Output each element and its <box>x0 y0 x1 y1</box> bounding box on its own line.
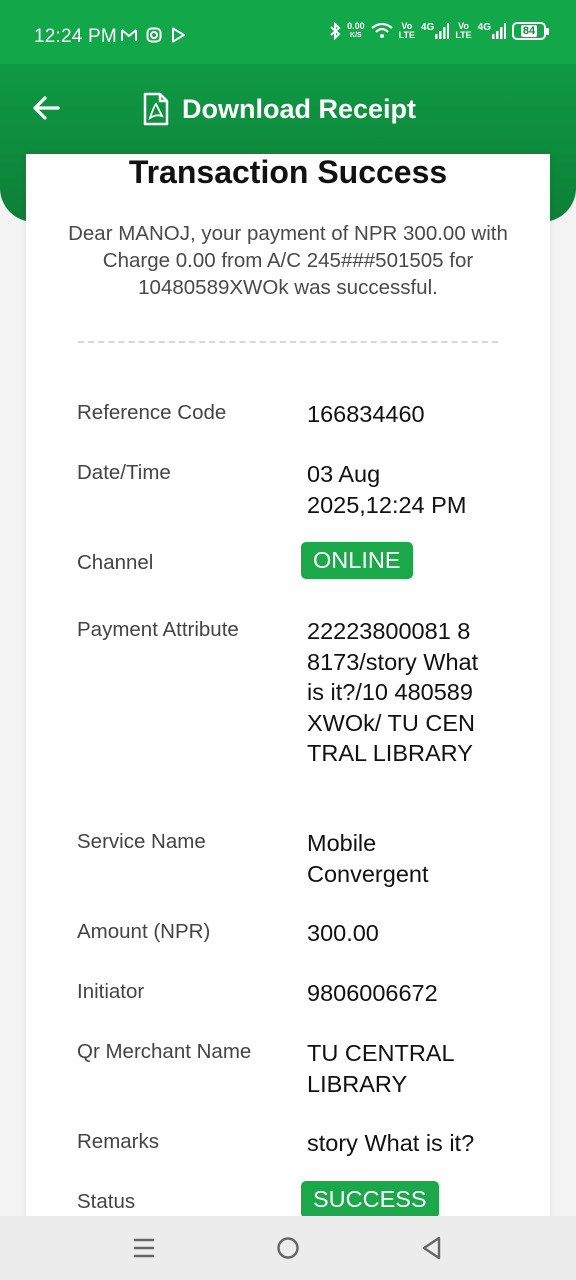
app-screen: 12:24 PM 0.00 K/S Vo LTE 4G Vo LTE 4G 84… <box>0 0 576 1280</box>
row-value: 300.00 <box>307 920 379 946</box>
row-value: 9806006672 <box>307 980 438 1006</box>
signal-1: 4G <box>420 22 450 39</box>
row-value: TU CENTRAL LIBRARY <box>307 1040 454 1097</box>
status-system-icons: 0.00 K/S Vo LTE 4G Vo LTE 4G 84 <box>329 22 549 40</box>
download-receipt-button[interactable]: Download Receipt <box>142 92 416 126</box>
transaction-message: Dear MANOJ, your payment of NPR 300.00 w… <box>68 222 508 299</box>
row-value: story What is it? <box>307 1130 475 1156</box>
row-label: Amount (NPR) <box>77 920 211 943</box>
instagram-icon <box>146 27 162 43</box>
dashed-divider <box>78 341 498 343</box>
back-arrow-icon[interactable] <box>30 92 62 124</box>
row-label: Service Name <box>77 830 206 853</box>
row-value: 22223800081 88173/story What is it?/10 4… <box>307 618 479 766</box>
status-bar: 12:24 PM 0.00 K/S Vo LTE 4G Vo LTE 4G 84 <box>0 0 576 64</box>
home-icon[interactable] <box>276 1236 300 1260</box>
net-type-2: 4G <box>477 22 491 33</box>
gmail-icon <box>121 29 137 41</box>
bluetooth-icon <box>330 22 341 40</box>
net-speed-value: 0.00 <box>347 21 365 31</box>
status-notification-icons <box>120 27 186 43</box>
back-triangle-icon[interactable] <box>420 1236 444 1260</box>
battery-level: 84 <box>520 25 538 37</box>
row-label: Remarks <box>77 1130 160 1153</box>
status-badge: SUCCESS <box>301 1181 439 1218</box>
row-value: 03 Aug 2025,12:24 PM <box>307 461 467 518</box>
row-label: Status <box>77 1190 136 1213</box>
header-title: Download Receipt <box>182 93 417 124</box>
status-time: 12:24 PM <box>34 26 117 47</box>
volte-badge-2: Vo LTE <box>455 22 471 40</box>
signal-bars-icon <box>492 23 506 39</box>
wifi-icon <box>370 23 393 38</box>
volte-2-bottom: LTE <box>455 30 472 40</box>
receipt-card: Transaction Success Dear MANOJ, your pay… <box>26 154 550 1234</box>
system-nav-bar <box>0 1216 576 1280</box>
play-store-icon <box>172 27 185 43</box>
transaction-title: Transaction Success <box>128 154 448 190</box>
net-speed-unit: K/S <box>350 32 362 39</box>
row-label: Payment Attribute <box>77 618 239 641</box>
row-label: Date/Time <box>77 461 171 484</box>
signal-bars-icon <box>435 23 450 39</box>
row-label: Channel <box>77 551 154 574</box>
signal-2: 4G <box>478 23 506 39</box>
row-label: Reference Code <box>77 401 227 424</box>
row-label: Qr Merchant Name <box>77 1040 252 1063</box>
volte-1-bottom: LTE <box>398 30 415 40</box>
row-value: Mobile Convergent <box>307 830 429 887</box>
net-type-1: 4G <box>420 22 435 33</box>
volte-badge-1: Vo LTE <box>399 22 415 40</box>
recent-apps-icon[interactable] <box>132 1236 156 1260</box>
net-speed: 0.00 K/S <box>347 22 365 40</box>
channel-badge: ONLINE <box>301 542 413 579</box>
battery-icon: 84 <box>512 22 549 40</box>
pdf-file-icon <box>143 92 169 126</box>
row-label: Initiator <box>77 980 145 1003</box>
row-value: 166834460 <box>307 401 425 427</box>
